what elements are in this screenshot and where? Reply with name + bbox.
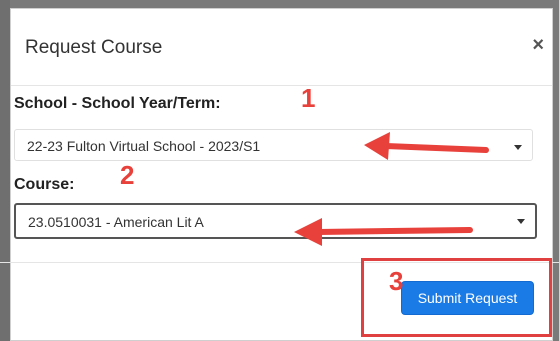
course-select-value: 23.0510031 - American Lit A xyxy=(28,214,204,230)
annotation-step-3: 3 xyxy=(389,266,404,296)
annotation-step-1: 1 xyxy=(301,83,316,113)
chevron-down-icon xyxy=(517,219,525,224)
modal-header: Request Course × xyxy=(11,9,552,86)
page-backdrop xyxy=(0,0,10,341)
modal-title: Request Course xyxy=(25,37,163,58)
school-term-select[interactable]: 22-23 Fulton Virtual School - 2023/S1 xyxy=(14,129,533,161)
chevron-down-icon xyxy=(514,145,522,150)
close-icon[interactable]: × xyxy=(532,35,544,55)
course-label: Course: xyxy=(14,176,75,193)
school-term-select-value: 22-23 Fulton Virtual School - 2023/S1 xyxy=(27,138,261,154)
annotation-step-2: 2 xyxy=(120,160,135,190)
school-term-label: School - School Year/Term: xyxy=(14,95,221,112)
course-select[interactable]: 23.0510031 - American Lit A xyxy=(14,203,537,239)
